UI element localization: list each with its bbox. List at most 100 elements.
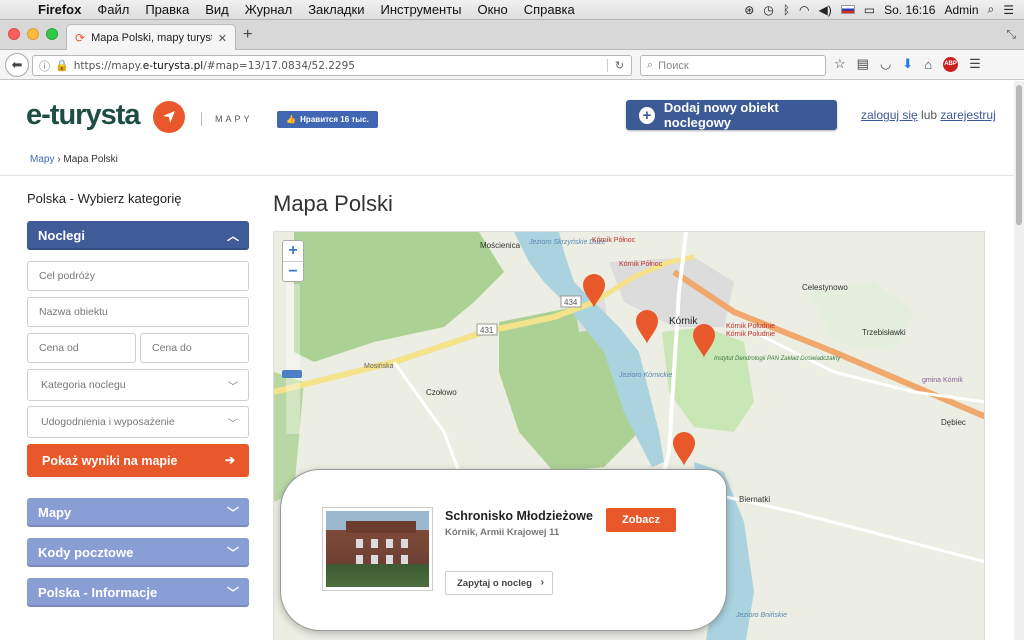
wifi-icon[interactable]: ◠ — [799, 3, 809, 17]
back-button[interactable]: ⬅ — [5, 53, 29, 77]
menu-window[interactable]: Окно — [470, 2, 516, 17]
map-label: Kórnik Południe — [726, 323, 775, 330]
lock-icon[interactable]: 🔒 — [55, 59, 69, 72]
user-name[interactable]: Admin — [944, 3, 978, 17]
fullscreen-window-button[interactable] — [46, 28, 58, 40]
property-name-input[interactable]: Nazwa obiektu — [27, 297, 249, 327]
login-link[interactable]: zaloguj się — [861, 108, 918, 122]
map-label: Dębiec — [941, 418, 966, 427]
new-tab-button[interactable]: + — [243, 26, 252, 44]
photo-roof-shape — [346, 521, 416, 533]
volume-icon[interactable]: ◀) — [819, 3, 832, 17]
sidebar-title: Polska - Wybierz kategorię — [27, 191, 182, 206]
see-button[interactable]: Zobacz — [606, 508, 676, 532]
clock[interactable]: So. 16:16 — [884, 3, 935, 17]
search-placeholder: Поиск — [658, 59, 689, 72]
header-divider — [0, 175, 1014, 176]
facebook-like-button[interactable]: 👍 Нравится 16 тыс. — [277, 111, 378, 128]
menu-view[interactable]: Вид — [197, 2, 237, 17]
search-bar[interactable]: ⌕ Поиск — [640, 55, 826, 76]
restore-window-icon[interactable]: ⤡ — [1006, 27, 1016, 42]
notification-center-icon[interactable]: ☰ — [1003, 3, 1014, 17]
menu-edit[interactable]: Правка — [137, 2, 197, 17]
add-property-button[interactable]: + Dodaj nowy obiekt noclegowy — [626, 100, 837, 130]
reload-icon[interactable]: ↻ — [607, 59, 631, 72]
minimize-window-button[interactable] — [27, 28, 39, 40]
menu-bookmarks[interactable]: Закладки — [300, 2, 372, 17]
arrow-right-icon: ➔ — [224, 453, 235, 467]
scrollbar-thumb[interactable] — [1016, 85, 1022, 225]
breadcrumb-sep: › — [57, 154, 61, 165]
url-bar[interactable]: ⓘ 🔒 https://mapy.e-turysta.pl/#map=13/17… — [32, 55, 632, 76]
accordion-kody-pocztowe[interactable]: Kody pocztowe ﹀ — [27, 538, 249, 567]
map-label: Kórnik Północ — [619, 261, 663, 268]
reading-list-icon[interactable]: ▤ — [857, 56, 869, 72]
bookmark-star-icon[interactable]: ☆ — [834, 56, 846, 72]
price-to-input[interactable]: Cena do — [140, 333, 249, 363]
map-label: Kórnik Północ — [592, 237, 636, 244]
menu-file[interactable]: Файл — [89, 2, 137, 17]
ask-accommodation-button[interactable]: Zapytaj o nocleg › — [445, 571, 553, 595]
show-on-map-button[interactable]: Pokaż wyniki na mapie ➔ — [27, 444, 249, 477]
zoom-slider-handle[interactable] — [282, 370, 302, 378]
spotlight-icon[interactable]: ⌕ — [988, 2, 995, 17]
category-select-label: Kategoria noclegu — [41, 379, 126, 391]
download-icon[interactable]: ⬇ — [902, 56, 913, 72]
register-link[interactable]: zarejestruj — [940, 108, 995, 122]
property-address: Kórnik, Armii Krajowej 11 — [445, 527, 560, 538]
pocket-icon[interactable]: ◡ — [880, 56, 891, 72]
destination-input[interactable]: Cel podróży — [27, 261, 249, 291]
price-from-placeholder: Cena od — [39, 342, 79, 354]
accordion-mapy[interactable]: Mapy ﹀ — [27, 498, 249, 527]
zoom-slider-track[interactable] — [286, 284, 300, 434]
menu-icon[interactable]: ☰ — [969, 56, 981, 72]
chevron-up-icon: ︿ — [226, 229, 239, 243]
site-favicon-icon: ⟳ — [75, 31, 86, 45]
logo-arrow-icon[interactable] — [153, 101, 185, 133]
amenities-select-label: Udogodnienia i wyposażenie — [41, 416, 175, 428]
plus-icon: + — [639, 106, 655, 124]
window-controls — [8, 28, 58, 40]
bluetooth-icon[interactable]: ᛒ — [783, 3, 790, 17]
logo-subtitle: MAPY — [215, 114, 253, 124]
category-select[interactable]: Kategoria noclegu ﹀ — [27, 369, 249, 401]
breadcrumb-current: Mapa Polski — [63, 154, 118, 165]
accessibility-icon[interactable]: ⊛ — [744, 3, 754, 17]
accordion-polska-informacje[interactable]: Polska - Informacje ﹀ — [27, 578, 249, 607]
breadcrumb-home[interactable]: Mapy — [30, 154, 54, 165]
site-logo[interactable]: e-turysta — [26, 99, 140, 132]
page-scrollbar[interactable] — [1014, 81, 1024, 640]
accordion-mapy-label: Mapy — [38, 505, 72, 520]
thumbs-up-icon: 👍 — [286, 115, 297, 124]
battery-icon[interactable]: ▭ — [864, 3, 875, 17]
amenities-select[interactable]: Udogodnienia i wyposażenie ﹀ — [27, 406, 249, 438]
map-label: Czołowo — [426, 388, 457, 397]
home-icon[interactable]: ⌂ — [924, 57, 932, 72]
price-from-input[interactable]: Cena od — [27, 333, 136, 363]
os-menubar: Firefox Файл Правка Вид Журнал Закладки … — [0, 0, 1024, 20]
breadcrumb: Mapy › Mapa Polski — [30, 154, 118, 165]
page-title: Mapa Polski — [273, 191, 393, 216]
menu-help[interactable]: Справка — [516, 2, 583, 17]
property-name[interactable]: Schronisko Młodzieżowe — [445, 509, 593, 523]
close-window-button[interactable] — [8, 28, 20, 40]
zoom-controls: + − — [282, 240, 304, 282]
info-icon[interactable]: ⓘ — [39, 58, 50, 74]
menu-history[interactable]: Журнал — [237, 2, 300, 17]
url-text[interactable]: https://mapy.e-turysta.pl/#map=13/17.083… — [74, 60, 355, 72]
accordion-noclegi[interactable]: Noclegi ︿ — [27, 221, 249, 250]
chevron-right-icon: › — [540, 577, 544, 588]
zoom-in-button[interactable]: + — [283, 241, 303, 261]
active-tab[interactable]: ⟳ Mapa Polski, mapy turysty... ✕ — [66, 24, 236, 51]
menu-app-name[interactable]: Firefox — [30, 2, 89, 17]
chevron-down-icon: ﹀ — [228, 382, 238, 393]
property-photo[interactable] — [322, 507, 433, 591]
zoom-out-button[interactable]: − — [283, 261, 303, 281]
close-tab-icon[interactable]: ✕ — [218, 32, 227, 45]
time-machine-icon[interactable]: ◷ — [763, 3, 773, 17]
accordion-noclegi-label: Noclegi — [38, 228, 85, 243]
facebook-like-label: Нравится 16 тыс. — [300, 115, 369, 124]
adblock-icon[interactable]: ABP — [943, 56, 959, 72]
input-flag-icon[interactable] — [840, 5, 855, 14]
menu-tools[interactable]: Инструменты — [372, 2, 469, 17]
